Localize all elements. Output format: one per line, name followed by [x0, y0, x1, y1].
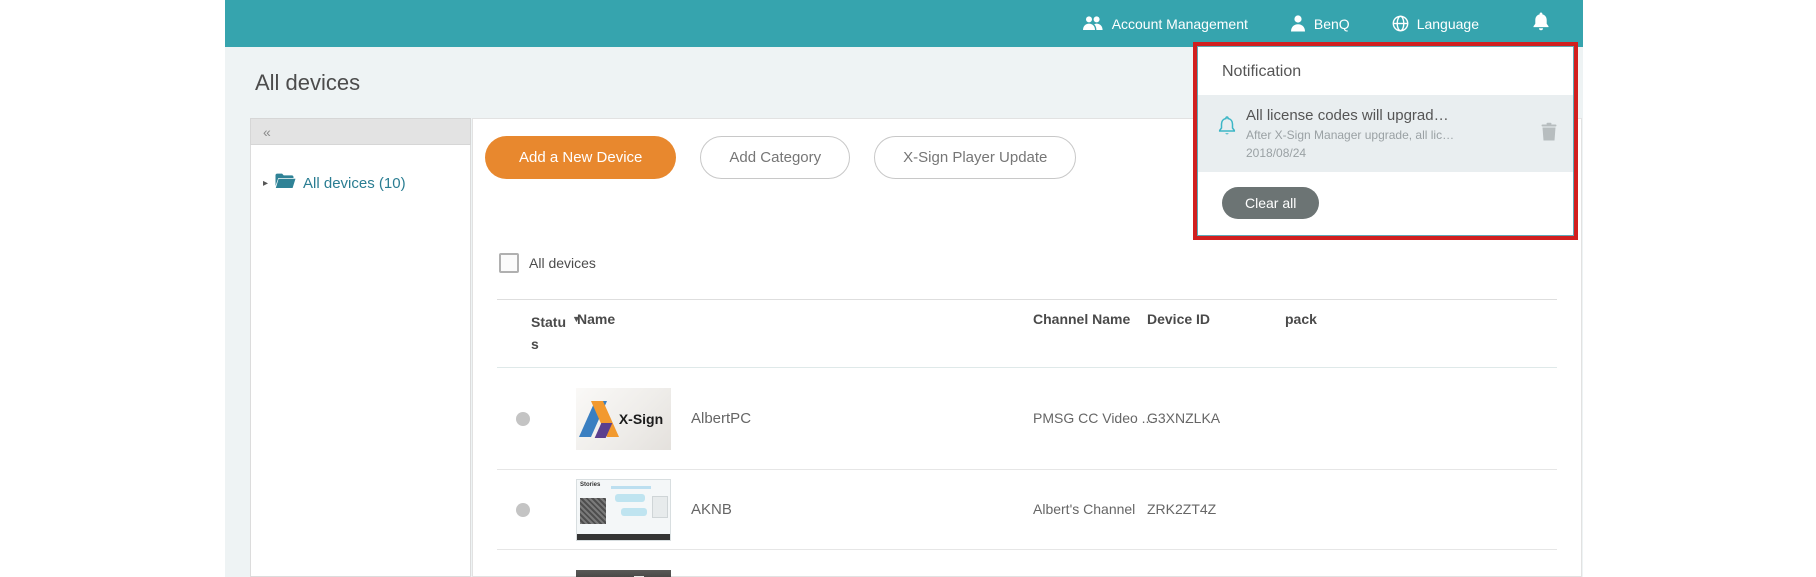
- page-title: All devices: [255, 70, 360, 96]
- notification-item-texts: All license codes will upgrad… After X-S…: [1246, 107, 1504, 160]
- notification-item-title: All license codes will upgrad…: [1246, 107, 1504, 124]
- nav-user-benq[interactable]: BenQ: [1290, 15, 1350, 32]
- folder-icon: [275, 173, 296, 194]
- status-dot-icon: [516, 503, 530, 517]
- toolbar: Add a New Device Add Category X-Sign Pla…: [485, 136, 1076, 179]
- device-thumbnail: X-Sign: [576, 388, 671, 450]
- add-new-device-button[interactable]: Add a New Device: [485, 136, 676, 179]
- add-category-button[interactable]: Add Category: [700, 136, 850, 179]
- sidebar-item-all-devices[interactable]: ▸ All devices (10): [251, 145, 470, 194]
- nav-language-label: Language: [1417, 16, 1479, 32]
- column-header-device-id: Device ID: [1147, 311, 1210, 327]
- users-icon: [1082, 16, 1104, 31]
- notification-panel: Notification All license codes will upgr…: [1197, 46, 1574, 236]
- device-name: AlbertPC: [691, 410, 751, 427]
- notification-item-body: After X-Sign Manager upgrade, all lic…: [1246, 128, 1504, 142]
- device-tree-sidebar: « ▸ All devices (10): [250, 118, 471, 577]
- nav-language[interactable]: Language: [1392, 15, 1479, 32]
- expand-caret-icon[interactable]: ▸: [263, 178, 268, 189]
- table-row[interactable]: Stories AKNB Albert's Channel ZRK2ZT4Z: [497, 470, 1557, 550]
- select-all-label: All devices: [529, 255, 596, 271]
- sidebar-top-bar: «: [250, 118, 471, 145]
- table-row[interactable]: X-Sign AlbertPC PMSG CC Video ... G3XNZL…: [497, 368, 1557, 470]
- notification-highlight-frame: Notification All license codes will upgr…: [1193, 42, 1578, 240]
- notification-bell-outline-icon: [1218, 115, 1236, 141]
- column-header-pack: pack: [1285, 311, 1317, 327]
- sidebar-body: ▸ All devices (10): [250, 145, 471, 577]
- notification-bell-button[interactable]: [1533, 12, 1549, 36]
- device-id: G3XNZLKA: [1147, 410, 1220, 426]
- player-update-button[interactable]: X-Sign Player Update: [874, 136, 1076, 179]
- device-thumbnail: Stories: [576, 479, 671, 541]
- app-page: Account Management BenQ Language All dev…: [0, 0, 1816, 577]
- sidebar-collapse-button[interactable]: «: [263, 125, 271, 139]
- user-icon: [1290, 15, 1306, 32]
- status-dot-icon: [516, 412, 530, 426]
- nav-account-management-label: Account Management: [1112, 16, 1248, 32]
- notification-item-date: 2018/08/24: [1246, 146, 1504, 160]
- nav-user-label: BenQ: [1314, 16, 1350, 32]
- thumbnail-text: Stories: [580, 482, 600, 488]
- table-row[interactable]: [497, 550, 1557, 577]
- divider: [497, 299, 1557, 300]
- device-thumbnail: [576, 570, 671, 577]
- select-all-checkbox[interactable]: [499, 253, 519, 273]
- select-all-row: All devices: [499, 253, 596, 273]
- nav-account-management[interactable]: Account Management: [1082, 16, 1248, 32]
- x-sign-logo-text: X-Sign: [619, 411, 663, 427]
- column-header-name: Name: [577, 311, 615, 327]
- delete-notification-trash-icon[interactable]: [1541, 122, 1557, 146]
- sidebar-item-label: All devices (10): [303, 175, 406, 192]
- clear-all-button[interactable]: Clear all: [1222, 187, 1319, 219]
- notification-panel-title: Notification: [1198, 47, 1573, 95]
- column-header-channel: Channel Name: [1033, 311, 1130, 327]
- device-channel: PMSG CC Video ...: [1033, 410, 1153, 426]
- top-header-bar: Account Management BenQ Language: [225, 0, 1583, 47]
- column-header-status: Status: [531, 311, 571, 355]
- globe-icon: [1392, 15, 1409, 32]
- bell-icon: [1533, 18, 1549, 35]
- device-name: AKNB: [691, 501, 732, 518]
- notification-item[interactable]: All license codes will upgrad… After X-S…: [1198, 95, 1573, 172]
- device-id: ZRK2ZT4Z: [1147, 501, 1216, 517]
- device-channel: Albert's Channel: [1033, 501, 1135, 517]
- x-sign-logo-icon: [584, 402, 614, 436]
